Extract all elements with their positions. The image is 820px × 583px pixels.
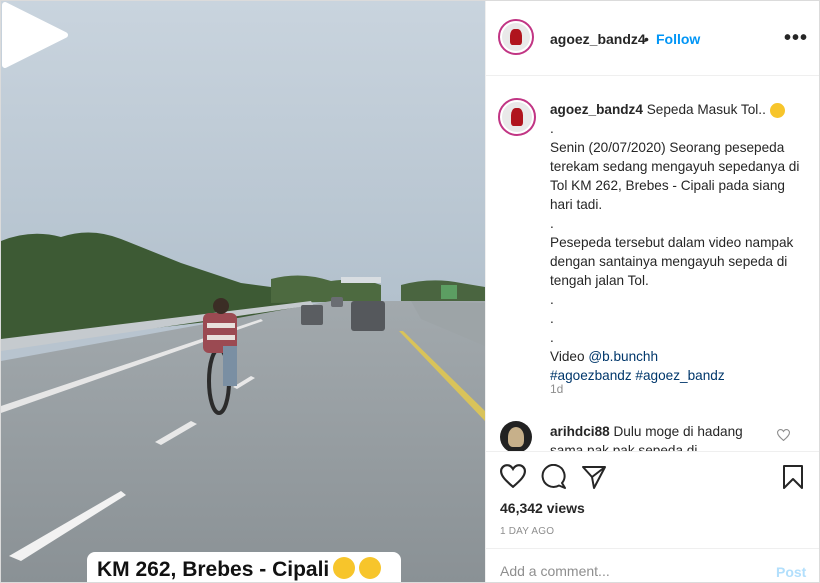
video-player[interactable]: KM 262, Brebes - Cipali <box>1 1 485 582</box>
shocked-emoji-icon <box>769 102 785 118</box>
caption-video-prefix: Video <box>550 349 585 364</box>
follow-button[interactable]: Follow <box>656 31 700 47</box>
caption-line: Senin (20/07/2020) Seorang pesepeda tere… <box>550 140 800 212</box>
video-frame <box>1 1 485 582</box>
hashtag-link[interactable]: #agoez_bandz <box>635 368 724 383</box>
post-comment-button[interactable]: Post <box>776 564 806 580</box>
comment: arihdci88 Dulu moge di hadang sama pak p… <box>550 422 770 451</box>
laughing-emoji-icon <box>333 557 356 579</box>
post-actions: 46,342 views 1 DAY AGO Post <box>486 451 819 582</box>
comment-username[interactable]: arihdci88 <box>550 424 610 439</box>
post-side-panel: agoez_bandz4 • Follow ••• agoez_bandz4 S… <box>485 1 819 582</box>
play-icon[interactable] <box>1 1 69 69</box>
caption-username[interactable]: agoez_bandz4 <box>550 102 643 117</box>
header-separator: • <box>644 31 649 47</box>
more-options-icon[interactable]: ••• <box>784 27 808 50</box>
add-comment-bar: Post <box>486 548 819 582</box>
views-count[interactable]: 46,342 views <box>500 500 585 516</box>
post-caption: agoez_bandz4 Sepeda Masuk Tol.. . Senin … <box>550 100 800 385</box>
caption-author-avatar[interactable] <box>498 98 536 136</box>
caption-title: Sepeda Masuk Tol.. <box>646 102 766 117</box>
post-header: agoez_bandz4 • Follow ••• <box>486 1 819 76</box>
add-comment-input[interactable] <box>500 563 750 579</box>
caption-line: . <box>550 121 554 136</box>
caption-line: . <box>550 292 554 307</box>
caption-line: Pesepeda tersebut dalam video nampak den… <box>550 235 794 288</box>
comments-section[interactable]: agoez_bandz4 Sepeda Masuk Tol.. . Senin … <box>486 76 819 451</box>
comment-bubble-icon[interactable] <box>541 464 567 490</box>
hashtag-link[interactable]: #agoezbandz <box>550 368 632 383</box>
save-bookmark-icon[interactable] <box>782 464 804 490</box>
caption-line: . <box>550 330 554 345</box>
post-date[interactable]: 1 DAY AGO <box>500 526 554 537</box>
comment-like-heart-icon[interactable] <box>777 429 790 441</box>
share-paper-plane-icon[interactable] <box>581 464 607 490</box>
like-heart-icon[interactable] <box>500 464 526 488</box>
video-text-overlay: KM 262, Brebes - Cipali <box>87 552 401 582</box>
laughing-emoji-icon <box>359 557 382 579</box>
post-dialog: KM 262, Brebes - Cipali agoez_bandz4 • F… <box>0 0 820 583</box>
caption-line: . <box>550 216 554 231</box>
caption-line: . <box>550 311 554 326</box>
author-avatar[interactable] <box>498 19 534 55</box>
video-credit-link[interactable]: @b.bunchh <box>588 349 658 364</box>
author-username[interactable]: agoez_bandz4 <box>550 31 646 47</box>
video-overlay-text: KM 262, Brebes - Cipali <box>97 558 330 581</box>
caption-timestamp[interactable]: 1d <box>550 382 563 396</box>
commenter-avatar[interactable] <box>500 421 532 451</box>
